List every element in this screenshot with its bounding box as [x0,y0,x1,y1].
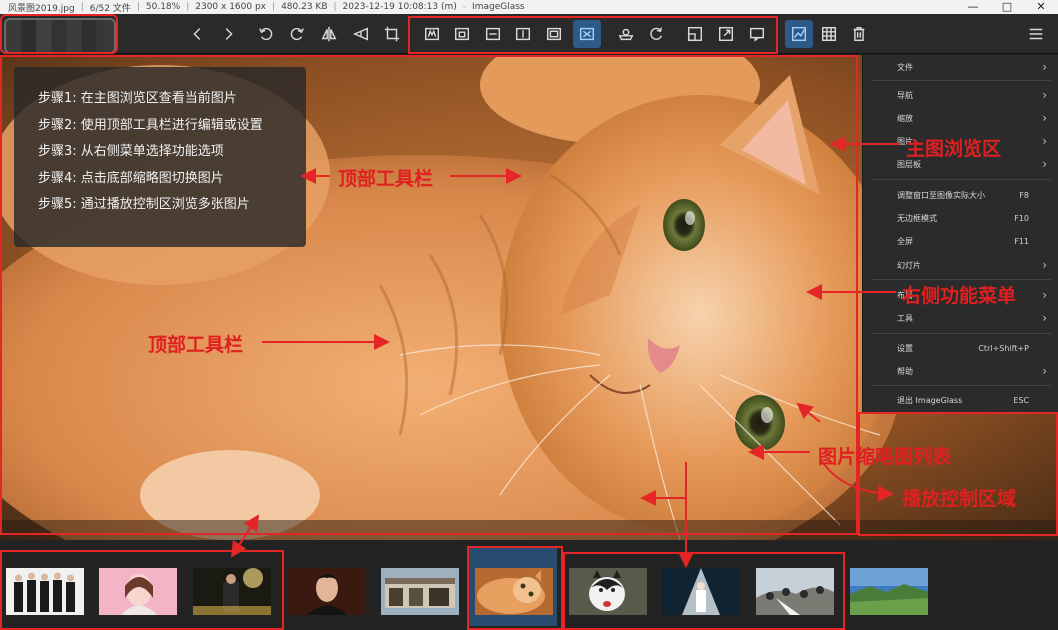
close-icon[interactable]: ✕ [1024,0,1058,14]
rotate-right-icon[interactable] [283,20,311,48]
rotate-left-icon[interactable] [252,20,280,48]
chevron-right-icon: › [1042,288,1047,302]
actual-size-icon[interactable] [712,20,740,48]
thumbnail-street-shop[interactable] [381,568,459,615]
menu-divider [871,80,1051,81]
step-3: 步骤3: 从右侧菜单选择功能选项 [38,144,224,159]
thumbnail-pink-portrait[interactable] [99,568,177,615]
menu-divider [871,333,1051,334]
annotation-playback-area: 播放控制区域 [902,488,1017,510]
chevron-right-icon: › [1042,258,1047,272]
top-toolbar [0,14,1058,54]
minimize-icon[interactable]: — [956,0,990,14]
annotation-right-menu: 右侧功能菜单 [902,285,1017,307]
scale-height-icon[interactable] [509,20,537,48]
annotation-main-view: 主图浏览区 [906,138,1002,160]
back-icon[interactable] [184,20,212,48]
menu-item-fit-window[interactable]: 调整窗口至图像实际大小 F8 [863,184,1058,206]
chevron-right-icon: › [1042,157,1047,171]
title-app-name: ImageGlass [472,2,525,12]
menu-item-tools[interactable]: 工具 › [863,307,1058,329]
scale-width-icon[interactable] [479,20,507,48]
auto-zoom-icon[interactable] [418,20,446,48]
step-2: 步骤2: 使用顶部工具栏进行编辑或设置 [38,117,263,133]
steps-panel: 步骤1: 在主图浏览区查看当前图片 步骤2: 使用顶部工具栏进行编辑或设置 步骤… [14,67,306,247]
imageglass-window: 风景图2019.jpg | 6/52 文件 | 50.18% | 2300 x 160… [0,0,1058,630]
chevron-right-icon: › [1042,111,1047,125]
chevron-right-icon: › [1042,364,1047,378]
menu-item-file[interactable]: 文件 › [863,56,1058,78]
menu-item-frameless[interactable]: 无边框模式 F10 [863,207,1058,229]
flip-horizontal-icon[interactable] [315,20,343,48]
menu-item-slideshow[interactable]: 幻灯片 › [863,254,1058,276]
chevron-right-icon: › [1042,134,1047,148]
title-index: 6/52 文件 [89,3,131,14]
scale-to-fit-icon[interactable] [540,20,568,48]
menu-item-exit[interactable]: 退出 ImageGlass ESC [863,389,1058,411]
menu-item-help[interactable]: 帮助 › [863,360,1058,382]
title-zoom: 50.18% [145,2,181,12]
right-context-menu: 文件 › 导航 › 缩放 › 图片 › 图层板 › 调整窗口至图像实际大小 F8 无边框模式… [862,55,1058,412]
thumbnail-husky-dog[interactable] [569,568,647,615]
delete-icon[interactable] [845,20,873,48]
fit-window-icon[interactable] [681,20,709,48]
title-datetime: 2023-12-19 10:08:13 (m) [342,2,457,12]
gallery-icon[interactable] [743,20,771,48]
title-bar: 风景图2019.jpg | 6/52 文件 | 50.18% | 2300 x 160… [0,0,1058,14]
chevron-right-icon: › [1042,88,1047,102]
slideshow-icon[interactable] [612,20,640,48]
checkerboard-icon[interactable] [815,20,843,48]
forward-icon[interactable] [214,20,242,48]
blurred-logo [4,18,116,54]
title-dimensions: 2300 x 1600 px [195,2,267,12]
maximize-icon[interactable]: □ [990,0,1024,14]
menu-item-zoom[interactable]: 缩放 › [863,107,1058,129]
chevron-right-icon: › [1042,311,1047,325]
menu-item-settings[interactable]: 设置 Ctrl+Shift+P [863,337,1058,359]
thumbnail-stage[interactable] [662,568,740,615]
annotation-thumbnail-list: 图片缩略图列表 [818,446,952,468]
title-filename: 风景图2019.jpg [8,3,75,14]
menu-icon[interactable] [1022,20,1050,48]
title-filesize: 480.23 KB [281,2,328,12]
thumbnail-portrait-man[interactable] [287,568,365,615]
thumbnail-crowd[interactable] [756,568,834,615]
chevron-right-icon: › [1042,60,1047,74]
color-picker-icon[interactable] [785,20,813,48]
thumbnail-landscape[interactable] [850,568,928,615]
annotation-top-toolbar-1: 顶部工具栏 [338,168,434,190]
menu-divider [871,385,1051,386]
menu-item-navigation[interactable]: 导航 › [863,84,1058,106]
annotation-top-toolbar-2: 顶部工具栏 [148,334,244,356]
thumbnail-group-photo[interactable] [6,568,84,615]
refresh-icon[interactable] [642,20,670,48]
thumbnail-bar [0,540,1058,630]
step-1: 步骤1: 在主图浏览区查看当前图片 [38,91,237,106]
crop-icon[interactable] [378,20,406,48]
menu-divider [871,279,1051,280]
flip-vertical-icon[interactable] [347,20,375,48]
thumbnail-concert[interactable] [193,568,271,615]
step-5: 步骤5: 通过播放控制区浏览多张图片 [38,197,250,212]
scale-to-fill-icon[interactable] [573,20,601,48]
menu-divider [871,179,1051,180]
lock-zoom-icon[interactable] [448,20,476,48]
menu-item-fullscreen[interactable]: 全屏 F11 [863,230,1058,252]
thumbnail-orange-cat[interactable] [475,568,553,615]
step-4: 步骤4: 点击底部缩略图切换图片 [38,170,224,186]
